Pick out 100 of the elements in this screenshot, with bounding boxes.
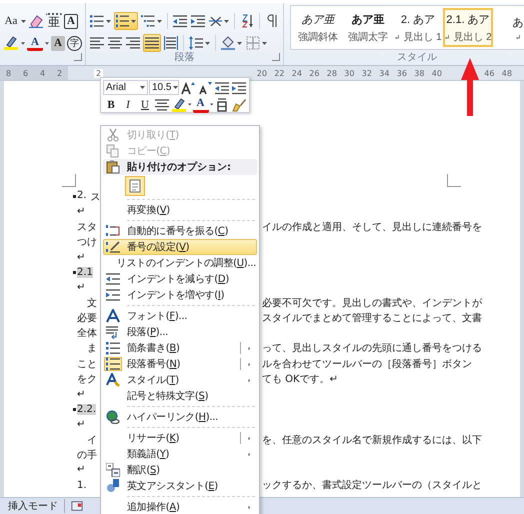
character-shading-button[interactable]: A — [51, 36, 65, 50]
menu-item[interactable]: 段落番号(N) — [103, 356, 257, 372]
font-color-button[interactable]: A — [192, 96, 208, 112]
dropdown-caret-icon — [173, 86, 178, 89]
text-fragment: の手 — [77, 448, 97, 462]
decrease-indent-icon — [172, 14, 187, 28]
heading-number: 2.2. — [77, 404, 96, 415]
dialog-launcher-icon[interactable] — [74, 53, 82, 61]
dropdown-caret-icon — [188, 103, 192, 106]
text-fragment: ↵ — [77, 206, 86, 218]
style-item[interactable]: あア亜 強調太字 — [343, 8, 393, 47]
decrease-indent-icon — [106, 272, 120, 286]
style-item[interactable]: 2.1. あア 見出し 2 — [443, 8, 493, 47]
line-spacing-icon — [189, 36, 203, 50]
menu-item[interactable]: 番号の設定(V) — [103, 239, 257, 255]
paint-bucket-button[interactable] — [220, 34, 243, 52]
dropdown-caret-icon — [131, 20, 136, 22]
style-name: 強調斜体 — [298, 30, 338, 44]
font-size-field[interactable]: 10.5 — [149, 80, 179, 95]
text-fragment: ↵ — [77, 464, 86, 476]
submenu-arrow-icon — [247, 450, 252, 458]
paragraph-icon — [106, 325, 120, 339]
clipboard-icon — [106, 160, 120, 174]
dialog-launcher-icon[interactable] — [272, 53, 280, 61]
insert-mode-indicator[interactable]: 挿入モード — [8, 499, 65, 513]
change-case-button[interactable]: Aa — [3, 12, 19, 30]
style-item[interactable]: あ — [493, 8, 524, 47]
heading-number: 2. — [77, 190, 87, 203]
text-fragment: ても OKです。↵ — [262, 374, 338, 385]
numbered-list-button[interactable] — [114, 12, 138, 30]
menu-item[interactable]: 自動的に番号を振る(C) — [103, 223, 257, 239]
increase-indent-icon — [106, 288, 120, 302]
enclose-character-button[interactable]: 字 — [67, 36, 82, 50]
text-fragment: つけ — [77, 236, 97, 250]
character-scaling-icon — [208, 14, 222, 28]
italic-button[interactable]: I — [120, 96, 136, 114]
phonetic-guide-button[interactable]: 亜 — [46, 13, 62, 29]
menu-item[interactable]: フォント(F)... — [103, 308, 257, 324]
text-fragment: イ — [86, 434, 97, 447]
sort-button[interactable] — [239, 12, 256, 30]
highlight-button[interactable] — [171, 96, 187, 114]
style-sample: 2. あア — [400, 12, 436, 26]
style-item[interactable]: 2. あア 見出し 1 — [393, 8, 443, 47]
character-border-button[interactable]: A — [64, 14, 78, 28]
menu-item[interactable]: スタイル(T) — [103, 372, 257, 388]
menu-item[interactable]: リストのインデントの調整(U)... — [103, 255, 257, 271]
style-sample: あア亜 — [352, 12, 384, 26]
menu-item[interactable]: 追加操作(A) — [103, 499, 257, 514]
bullet-list-button[interactable] — [89, 12, 112, 30]
styles-icon — [106, 373, 120, 387]
dropdown-caret-icon — [140, 86, 145, 89]
text-fragment: ス — [90, 190, 101, 204]
menu-item[interactable]: 箇条書き(B) — [103, 340, 257, 356]
assistant-icon — [106, 479, 120, 493]
list-bullet — [73, 271, 76, 274]
linked-style-icon — [445, 33, 452, 40]
bullet-list-icon — [90, 14, 104, 28]
justify-button[interactable] — [143, 34, 161, 52]
group-label: スタイル — [397, 51, 437, 64]
submenu-arrow-icon — [247, 344, 252, 352]
font-icon — [106, 309, 120, 323]
globe-link-icon — [106, 410, 120, 424]
dropdown-caret-icon — [262, 42, 267, 44]
menu-item[interactable]: 記号と特殊文字(S) — [103, 388, 257, 404]
menu-item[interactable]: 再変換(V) — [103, 202, 257, 218]
text-fragment: 1. — [77, 480, 87, 491]
menu-item[interactable]: ハイパーリンク(H)... — [103, 409, 257, 425]
ruler-number: 22 — [273, 68, 286, 78]
multilevel-list-icon — [141, 14, 155, 28]
menu-item[interactable]: 段落(P)... — [103, 324, 257, 340]
style-item[interactable]: あア亜 強調斜体 — [293, 8, 343, 47]
font-color-button[interactable]: A — [27, 35, 43, 51]
ruler-number: 46 — [483, 68, 496, 78]
dropdown-caret-icon — [210, 103, 213, 106]
ruler-number: 24 — [290, 68, 303, 78]
numbered-list-icon — [106, 357, 120, 371]
numbered-list-icon — [116, 14, 130, 28]
distributed-button[interactable] — [163, 34, 179, 52]
ruler-number: 38 — [413, 68, 426, 78]
style-sample: 2.1. あア — [446, 12, 490, 26]
font-name-field[interactable]: Arial — [103, 80, 148, 95]
justify-icon — [145, 36, 159, 50]
multilevel-list-button[interactable] — [140, 12, 163, 30]
menu-item[interactable]: 翻訳(S) — [103, 462, 257, 478]
bold-button[interactable]: B — [103, 96, 119, 114]
style-sample: あア亜 — [302, 12, 334, 26]
sort-icon — [240, 14, 254, 28]
underline-button[interactable]: U — [137, 96, 153, 114]
submenu-arrow-icon — [247, 504, 252, 510]
dropdown-caret-icon — [224, 20, 230, 22]
highlight-button[interactable] — [3, 34, 19, 52]
menu-item[interactable]: 英文アシスタント(E) — [103, 478, 257, 494]
menu-item[interactable]: インデントを増やす(I) — [103, 287, 257, 303]
align-center-icon — [155, 98, 169, 112]
crop-mark — [62, 174, 76, 187]
menu-item[interactable]: インデントを減らす(D) — [103, 271, 257, 287]
line-spacing-button[interactable] — [188, 34, 211, 52]
menu-item[interactable]: リサーチ(K) — [103, 430, 257, 446]
paste-option-button[interactable] — [125, 176, 145, 196]
menu-item[interactable]: 類義語(Y) — [103, 446, 257, 462]
